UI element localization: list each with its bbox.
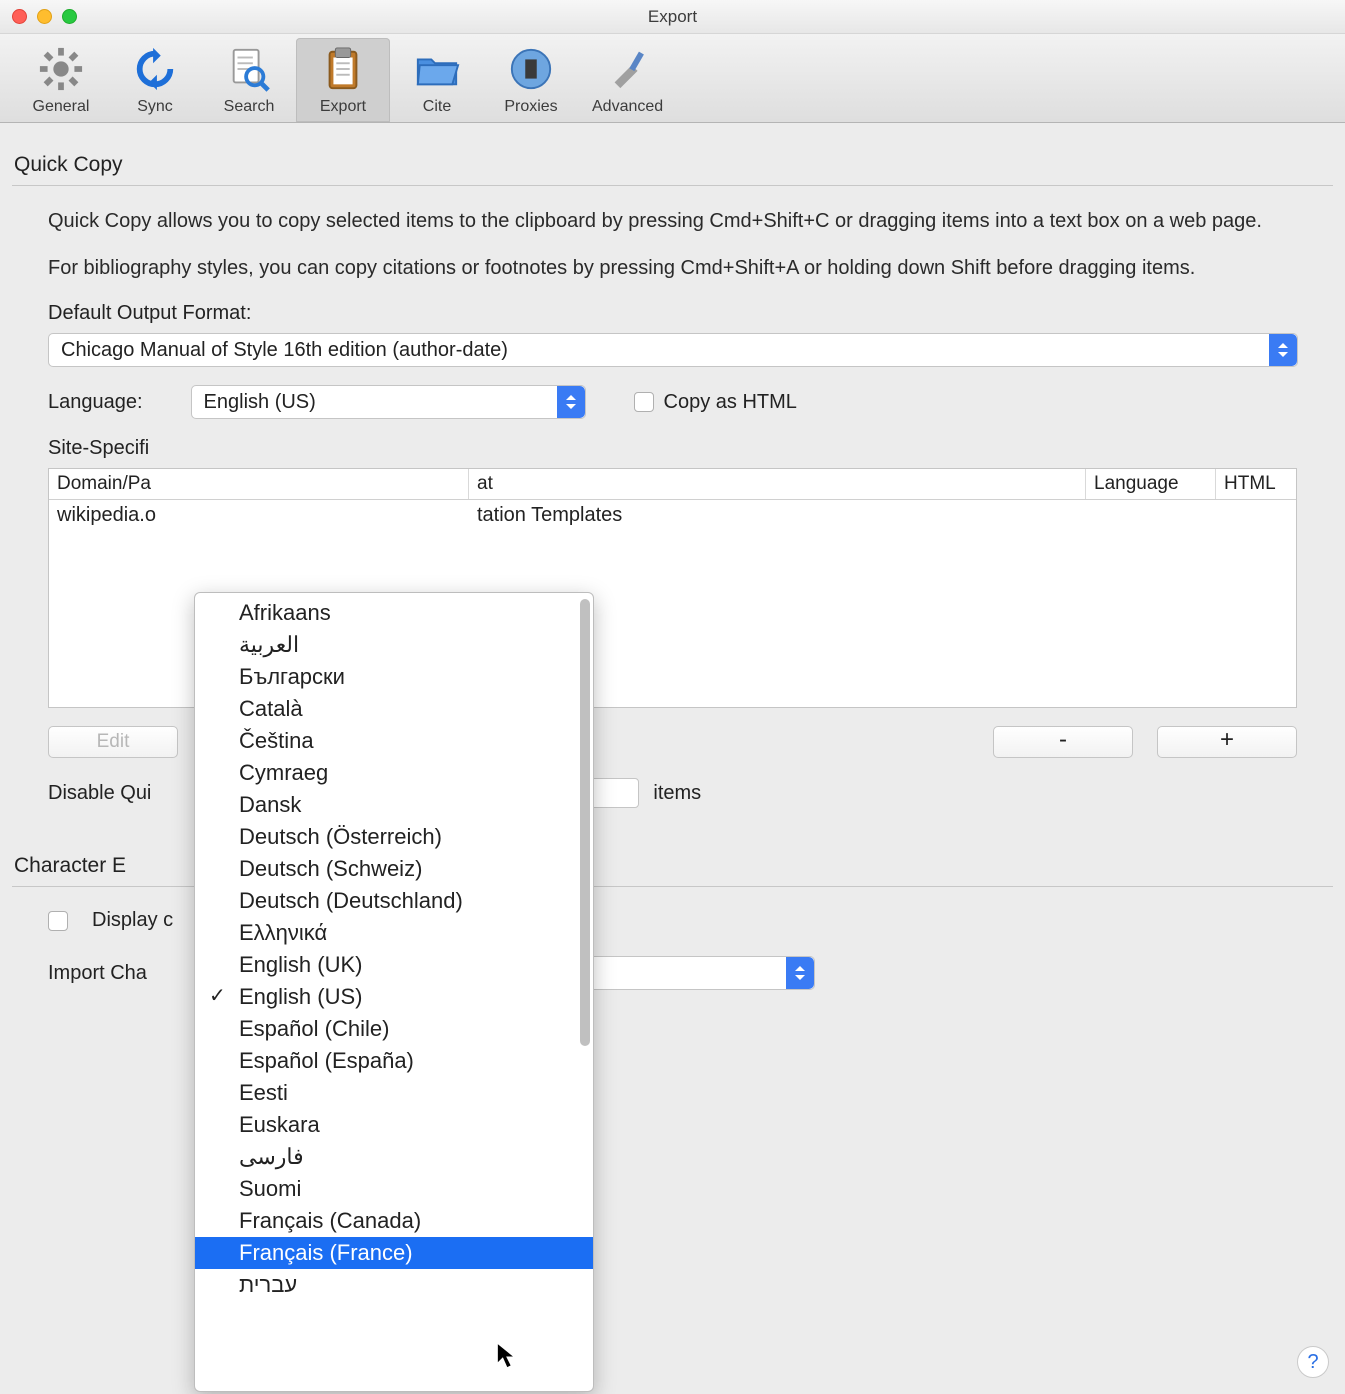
cell-format: tation Templates bbox=[469, 500, 1086, 531]
tab-sync[interactable]: Sync bbox=[108, 38, 202, 122]
chevron-up-down-icon bbox=[786, 957, 814, 989]
tab-cite[interactable]: Cite bbox=[390, 38, 484, 122]
language-value: English (US) bbox=[204, 391, 316, 414]
language-option[interactable]: العربية bbox=[195, 629, 593, 661]
output-format-label: Default Output Format: bbox=[48, 302, 1333, 325]
language-option[interactable]: Afrikaans bbox=[195, 597, 593, 629]
section-title: Quick Copy bbox=[14, 153, 1333, 177]
tab-label: Advanced bbox=[592, 98, 663, 116]
column-html[interactable]: HTML bbox=[1216, 469, 1296, 499]
chevron-up-down-icon bbox=[1269, 334, 1297, 366]
description-2: For bibliography styles, you can copy ci… bbox=[48, 255, 1297, 282]
table-header: Domain/Pa at Language HTML bbox=[49, 469, 1296, 500]
tab-advanced[interactable]: Advanced bbox=[578, 38, 677, 122]
remove-button[interactable]: - bbox=[993, 726, 1133, 758]
language-option[interactable]: English (UK) bbox=[195, 949, 593, 981]
zoom-button[interactable] bbox=[62, 9, 77, 24]
help-button[interactable]: ? bbox=[1297, 1346, 1329, 1378]
edit-button[interactable]: Edit bbox=[48, 726, 178, 758]
language-option[interactable]: English (US) bbox=[195, 981, 593, 1013]
language-option[interactable]: Français (France) bbox=[195, 1237, 593, 1269]
description-1: Quick Copy allows you to copy selected i… bbox=[48, 208, 1297, 235]
tab-label: Proxies bbox=[498, 98, 564, 116]
language-option[interactable]: Français (Canada) bbox=[195, 1205, 593, 1237]
column-domain[interactable]: Domain/Pa bbox=[49, 469, 469, 499]
language-option[interactable]: Dansk bbox=[195, 789, 593, 821]
language-option[interactable]: Cymraeg bbox=[195, 757, 593, 789]
prefs-toolbar: General Sync Search Export Cite Proxies bbox=[0, 34, 1345, 123]
language-option[interactable]: Deutsch (Österreich) bbox=[195, 821, 593, 853]
search-document-icon bbox=[222, 42, 276, 96]
display-label: Display c bbox=[92, 909, 173, 932]
tab-proxies[interactable]: Proxies bbox=[484, 38, 578, 122]
dropdown-scrollbar[interactable] bbox=[580, 599, 590, 1046]
sync-icon bbox=[128, 42, 182, 96]
tab-label: Sync bbox=[122, 98, 188, 116]
language-option[interactable]: Eesti bbox=[195, 1077, 593, 1109]
column-format[interactable]: at bbox=[469, 469, 1086, 499]
tools-icon bbox=[601, 42, 655, 96]
display-checkbox[interactable] bbox=[48, 911, 68, 931]
window-title: Export bbox=[648, 7, 697, 27]
minimize-button[interactable] bbox=[37, 9, 52, 24]
output-format-value: Chicago Manual of Style 16th edition (au… bbox=[61, 339, 508, 362]
output-format-select[interactable]: Chicago Manual of Style 16th edition (au… bbox=[48, 333, 1298, 367]
tab-label: Export bbox=[310, 98, 376, 116]
language-label: Language: bbox=[48, 391, 143, 414]
language-option[interactable]: Euskara bbox=[195, 1109, 593, 1141]
table-row[interactable]: wikipedia.o tation Templates bbox=[49, 500, 1296, 531]
folder-icon bbox=[410, 42, 464, 96]
language-option[interactable]: فارسی bbox=[195, 1141, 593, 1173]
window-controls bbox=[12, 9, 77, 24]
cell-domain: wikipedia.o bbox=[49, 500, 469, 531]
language-option[interactable]: Suomi bbox=[195, 1173, 593, 1205]
copy-as-html-checkbox[interactable] bbox=[634, 392, 654, 412]
language-option[interactable]: Català bbox=[195, 693, 593, 725]
copy-as-html-label: Copy as HTML bbox=[664, 391, 797, 414]
column-language[interactable]: Language bbox=[1086, 469, 1216, 499]
add-button[interactable]: + bbox=[1157, 726, 1297, 758]
cell-html bbox=[1216, 500, 1296, 531]
chevron-up-down-icon bbox=[557, 386, 585, 418]
titlebar: Export bbox=[0, 0, 1345, 34]
language-select[interactable]: English (US) bbox=[191, 385, 586, 419]
cell-lang bbox=[1086, 500, 1216, 531]
tab-label: Cite bbox=[404, 98, 470, 116]
tab-search[interactable]: Search bbox=[202, 38, 296, 122]
language-option[interactable]: Deutsch (Schweiz) bbox=[195, 853, 593, 885]
language-option[interactable]: Español (España) bbox=[195, 1045, 593, 1077]
language-dropdown[interactable]: AfrikaansالعربيةБългарскиCatalàČeštinaCy… bbox=[194, 592, 594, 1392]
language-option[interactable]: Español (Chile) bbox=[195, 1013, 593, 1045]
language-option[interactable]: Български bbox=[195, 661, 593, 693]
language-option[interactable]: Deutsch (Deutschland) bbox=[195, 885, 593, 917]
tab-label: Search bbox=[216, 98, 282, 116]
copy-as-html-option[interactable]: Copy as HTML bbox=[634, 391, 797, 414]
site-specific-label: Site-Specifi bbox=[48, 437, 1333, 460]
close-button[interactable] bbox=[12, 9, 27, 24]
language-option[interactable]: עברית bbox=[195, 1269, 593, 1301]
disable-label-left: Disable Qui bbox=[48, 782, 151, 805]
tab-label: General bbox=[28, 98, 94, 116]
tab-general[interactable]: General bbox=[14, 38, 108, 122]
gear-icon bbox=[34, 42, 88, 96]
divider bbox=[12, 185, 1333, 186]
disable-label-right: items bbox=[653, 782, 701, 805]
globe-door-icon bbox=[504, 42, 558, 96]
import-encoding-label: Import Cha bbox=[48, 962, 147, 985]
clipboard-icon bbox=[316, 42, 370, 96]
language-option[interactable]: Čeština bbox=[195, 725, 593, 757]
language-option[interactable]: Ελληνικά bbox=[195, 917, 593, 949]
tab-export[interactable]: Export bbox=[296, 38, 390, 122]
